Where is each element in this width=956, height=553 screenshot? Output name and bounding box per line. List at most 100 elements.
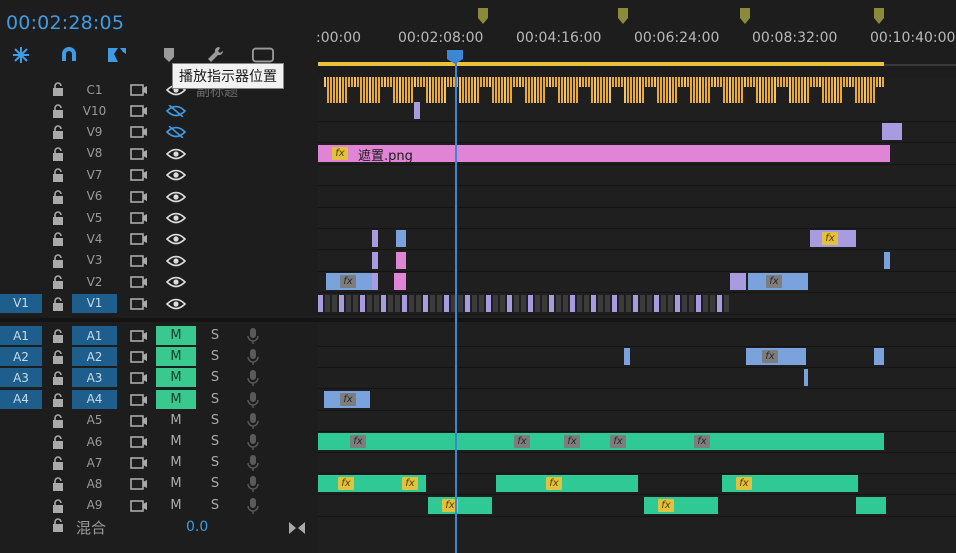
eye-hidden-icon[interactable] bbox=[166, 126, 186, 139]
track-name[interactable]: A7 bbox=[72, 453, 117, 472]
caption-clip[interactable] bbox=[639, 77, 641, 103]
caption-clip[interactable] bbox=[357, 77, 359, 87]
caption-clip[interactable] bbox=[435, 77, 437, 103]
caption-clip[interactable] bbox=[459, 77, 461, 103]
voiceover-mic-icon[interactable] bbox=[246, 476, 260, 493]
clip[interactable] bbox=[624, 348, 630, 366]
caption-clip[interactable] bbox=[756, 77, 758, 103]
caption-clip[interactable] bbox=[663, 77, 665, 103]
caption-clip[interactable] bbox=[645, 77, 647, 87]
clip[interactable]: fx bbox=[428, 496, 492, 514]
lock-icon[interactable] bbox=[52, 498, 64, 513]
track-name[interactable]: V10 bbox=[72, 101, 117, 120]
linked-selection-icon[interactable] bbox=[106, 44, 128, 66]
caption-clip[interactable] bbox=[336, 77, 338, 103]
clip[interactable] bbox=[458, 294, 463, 312]
solo-button[interactable]: S bbox=[205, 496, 225, 515]
caption-clip[interactable] bbox=[768, 77, 770, 103]
eye-hidden-icon[interactable] bbox=[166, 105, 186, 117]
sync-lock-film-icon[interactable] bbox=[130, 104, 148, 118]
caption-clip[interactable] bbox=[564, 77, 566, 103]
caption-clip[interactable] bbox=[576, 77, 578, 103]
caption-clip[interactable] bbox=[810, 77, 812, 87]
caption-clip[interactable] bbox=[588, 77, 590, 87]
clip[interactable]: fx bbox=[746, 348, 806, 366]
clip[interactable] bbox=[507, 294, 512, 312]
caption-clip[interactable] bbox=[495, 77, 497, 103]
eye-icon[interactable] bbox=[166, 148, 186, 160]
clip[interactable] bbox=[339, 294, 344, 312]
clip[interactable]: fx bbox=[748, 273, 808, 291]
caption-clip[interactable] bbox=[480, 77, 482, 87]
clip[interactable]: fx 遮置.png bbox=[318, 144, 890, 164]
caption-clip[interactable] bbox=[405, 77, 407, 103]
lock-icon[interactable] bbox=[52, 104, 64, 118]
lock-icon[interactable] bbox=[52, 296, 64, 311]
mute-button[interactable]: M bbox=[156, 474, 196, 493]
caption-clip[interactable] bbox=[429, 77, 431, 103]
caption-clip[interactable] bbox=[507, 77, 509, 103]
caption-clip[interactable] bbox=[675, 77, 677, 103]
caption-clip[interactable] bbox=[396, 77, 398, 103]
sync-lock-film-icon[interactable] bbox=[130, 275, 148, 289]
clip[interactable] bbox=[409, 294, 414, 312]
caption-clip[interactable] bbox=[522, 77, 524, 87]
clip[interactable] bbox=[318, 294, 323, 312]
clip[interactable] bbox=[856, 496, 886, 514]
caption-clip[interactable] bbox=[627, 77, 629, 103]
caption-clip[interactable] bbox=[327, 77, 329, 103]
track-name[interactable]: A8 bbox=[72, 474, 117, 493]
clip[interactable] bbox=[584, 294, 589, 312]
solo-button[interactable]: S bbox=[205, 411, 225, 430]
caption-clip[interactable] bbox=[789, 77, 791, 103]
track-lane[interactable] bbox=[318, 251, 956, 272]
solo-button[interactable]: S bbox=[205, 347, 225, 366]
caption-clip[interactable] bbox=[591, 77, 593, 103]
caption-clip[interactable] bbox=[462, 77, 464, 103]
track-lane[interactable] bbox=[318, 101, 956, 122]
caption-clip[interactable] bbox=[762, 77, 764, 103]
caption-clip[interactable] bbox=[444, 77, 446, 103]
track-name[interactable]: V1 bbox=[72, 293, 117, 313]
mute-button[interactable]: M bbox=[156, 389, 196, 409]
track-header-a9[interactable]: A9 M S bbox=[0, 496, 318, 516]
caption-clip[interactable] bbox=[354, 77, 356, 87]
caption-clip[interactable] bbox=[849, 77, 851, 87]
track-name[interactable]: A1 bbox=[72, 326, 117, 345]
lock-icon[interactable] bbox=[52, 329, 64, 343]
clip[interactable] bbox=[675, 294, 680, 312]
caption-clip[interactable] bbox=[489, 77, 491, 87]
track-header-a8[interactable]: A8 M S bbox=[0, 474, 318, 494]
track-lane[interactable]: fx bbox=[318, 229, 956, 251]
caption-clip[interactable] bbox=[432, 77, 434, 103]
track-lane[interactable]: fx fx fx fx bbox=[318, 474, 956, 496]
sync-lock-film-icon[interactable] bbox=[130, 125, 148, 139]
caption-clip[interactable] bbox=[720, 77, 722, 87]
clip[interactable] bbox=[598, 294, 603, 312]
caption-clip[interactable] bbox=[786, 77, 788, 87]
caption-clip[interactable] bbox=[714, 77, 716, 87]
track-header-a2[interactable]: A2 A2 M S bbox=[0, 347, 318, 367]
sequence-marker-icon[interactable] bbox=[874, 8, 884, 24]
caption-clip[interactable] bbox=[705, 77, 707, 103]
track-name[interactable]: A5 bbox=[72, 411, 117, 430]
track-header-v1[interactable]: V1 V1 bbox=[0, 293, 318, 314]
solo-button[interactable]: S bbox=[205, 453, 225, 472]
sync-lock-film-icon[interactable] bbox=[130, 456, 148, 470]
source-patch[interactable]: V1 bbox=[0, 293, 42, 313]
clip[interactable] bbox=[682, 294, 687, 312]
caption-clip[interactable] bbox=[669, 77, 671, 103]
track-lane[interactable]: fx bbox=[318, 347, 956, 369]
track-name[interactable]: V5 bbox=[72, 208, 117, 227]
clip[interactable] bbox=[521, 294, 526, 312]
caption-clip[interactable] bbox=[360, 77, 362, 103]
track-header-v2[interactable]: V2 bbox=[0, 272, 318, 292]
caption-clip[interactable] bbox=[450, 77, 452, 87]
caption-clip[interactable] bbox=[843, 77, 845, 87]
caption-clip[interactable] bbox=[735, 77, 737, 103]
caption-clip[interactable] bbox=[678, 77, 680, 87]
caption-clip[interactable] bbox=[525, 77, 527, 103]
clip[interactable] bbox=[528, 294, 533, 312]
track-header-v4[interactable]: V4 bbox=[0, 229, 318, 249]
lock-icon[interactable] bbox=[52, 518, 64, 532]
